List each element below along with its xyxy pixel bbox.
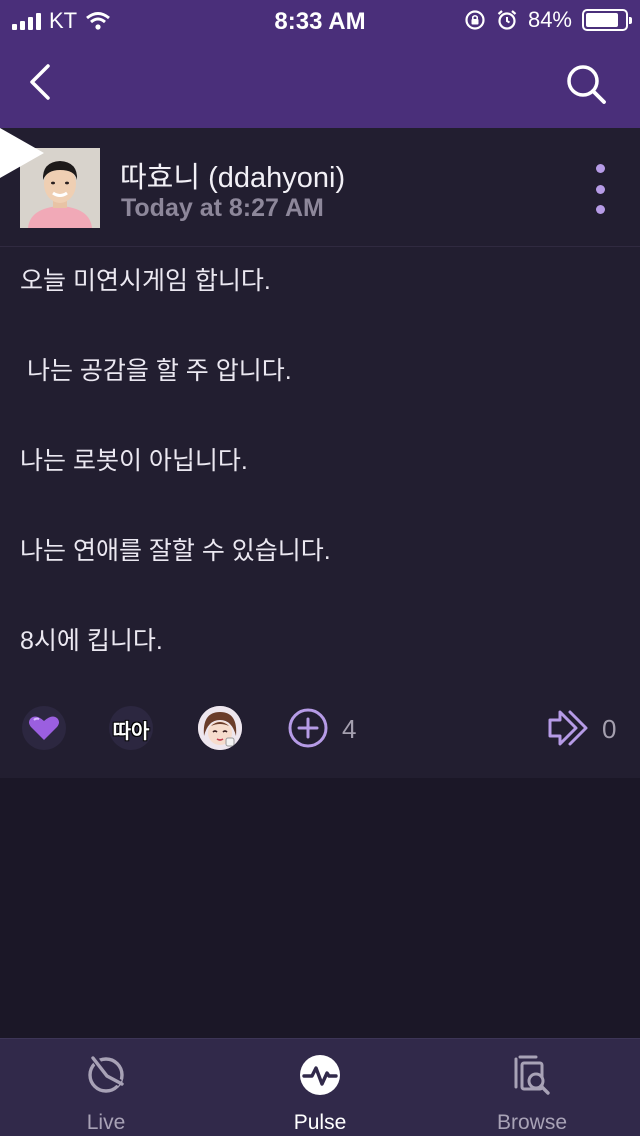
status-right: 84% (464, 7, 632, 33)
back-button[interactable] (18, 58, 62, 106)
tab-live[interactable]: Live (26, 1039, 186, 1136)
pulse-icon (300, 1055, 340, 1095)
post-line (20, 491, 620, 536)
post-line: 나는 공감을 할 주 압니다. (20, 357, 292, 385)
tab-browse[interactable]: Browse (452, 1039, 612, 1136)
rotation-lock-icon (465, 10, 485, 30)
play-indicator-icon (0, 128, 44, 178)
post-card: 따효니 (ddahyoni) Today at 8:27 AM 오늘 미연시게임… (0, 128, 640, 778)
add-circle-icon (288, 708, 328, 748)
more-dot-icon (595, 184, 605, 194)
share-arrow-icon (548, 710, 588, 746)
post-line (20, 581, 620, 626)
reaction-emote-face[interactable] (198, 706, 242, 750)
share-count: 0 (602, 714, 617, 744)
anime-face-icon (198, 706, 242, 750)
share-button[interactable] (546, 706, 590, 750)
emote-text: 따아 (112, 721, 150, 743)
live-icon (88, 1056, 124, 1093)
tab-label: Live (86, 1111, 126, 1134)
reaction-count: 4 (342, 714, 357, 744)
add-reaction-button[interactable] (287, 707, 329, 749)
post-line (20, 311, 620, 356)
post-line: 나는 연애를 잘할 수 있습니다. (20, 537, 331, 565)
search-icon (567, 65, 606, 104)
reaction-heart[interactable] (22, 706, 66, 750)
browse-icon (514, 1055, 550, 1095)
battery-icon (582, 9, 632, 31)
more-dot-icon (595, 205, 605, 214)
battery-level (586, 13, 618, 27)
post-body: 오늘 미연시게임 합니다. 나는 공감을 할 주 압니다. 나는 로봇이 아닙니… (20, 266, 620, 671)
reaction-emote-text[interactable]: 따아 (109, 706, 153, 750)
post-line (20, 401, 620, 446)
post-header: 따효니 (ddahyoni) Today at 8:27 AM (0, 128, 640, 247)
reaction-bar: 따아 4 0 (0, 684, 640, 770)
more-options-button[interactable] (588, 164, 612, 214)
tab-pulse[interactable]: Pulse (240, 1039, 400, 1136)
battery-percent: 84% (527, 7, 572, 32)
navigation-bar (0, 40, 640, 128)
author-name[interactable]: 따효니 (ddahyoni) (120, 154, 345, 196)
more-dot-icon (595, 164, 605, 173)
chevron-left-icon (30, 64, 50, 100)
post-line: 8시에 킵니다. (20, 627, 163, 655)
tab-label: Browse (496, 1111, 568, 1134)
search-button[interactable] (562, 60, 610, 108)
purple-heart-icon (29, 716, 59, 740)
post-timestamp: Today at 8:27 AM (121, 194, 324, 222)
tab-bar: Live Pulse Browse (0, 1038, 640, 1136)
post-line: 오늘 미연시게임 합니다. (20, 267, 271, 295)
post-line: 나는 로봇이 아닙니다. (20, 447, 248, 475)
alarm-icon (497, 10, 517, 30)
status-bar: KT 8:33 AM 84% (0, 0, 640, 40)
tab-label: Pulse (293, 1111, 347, 1134)
